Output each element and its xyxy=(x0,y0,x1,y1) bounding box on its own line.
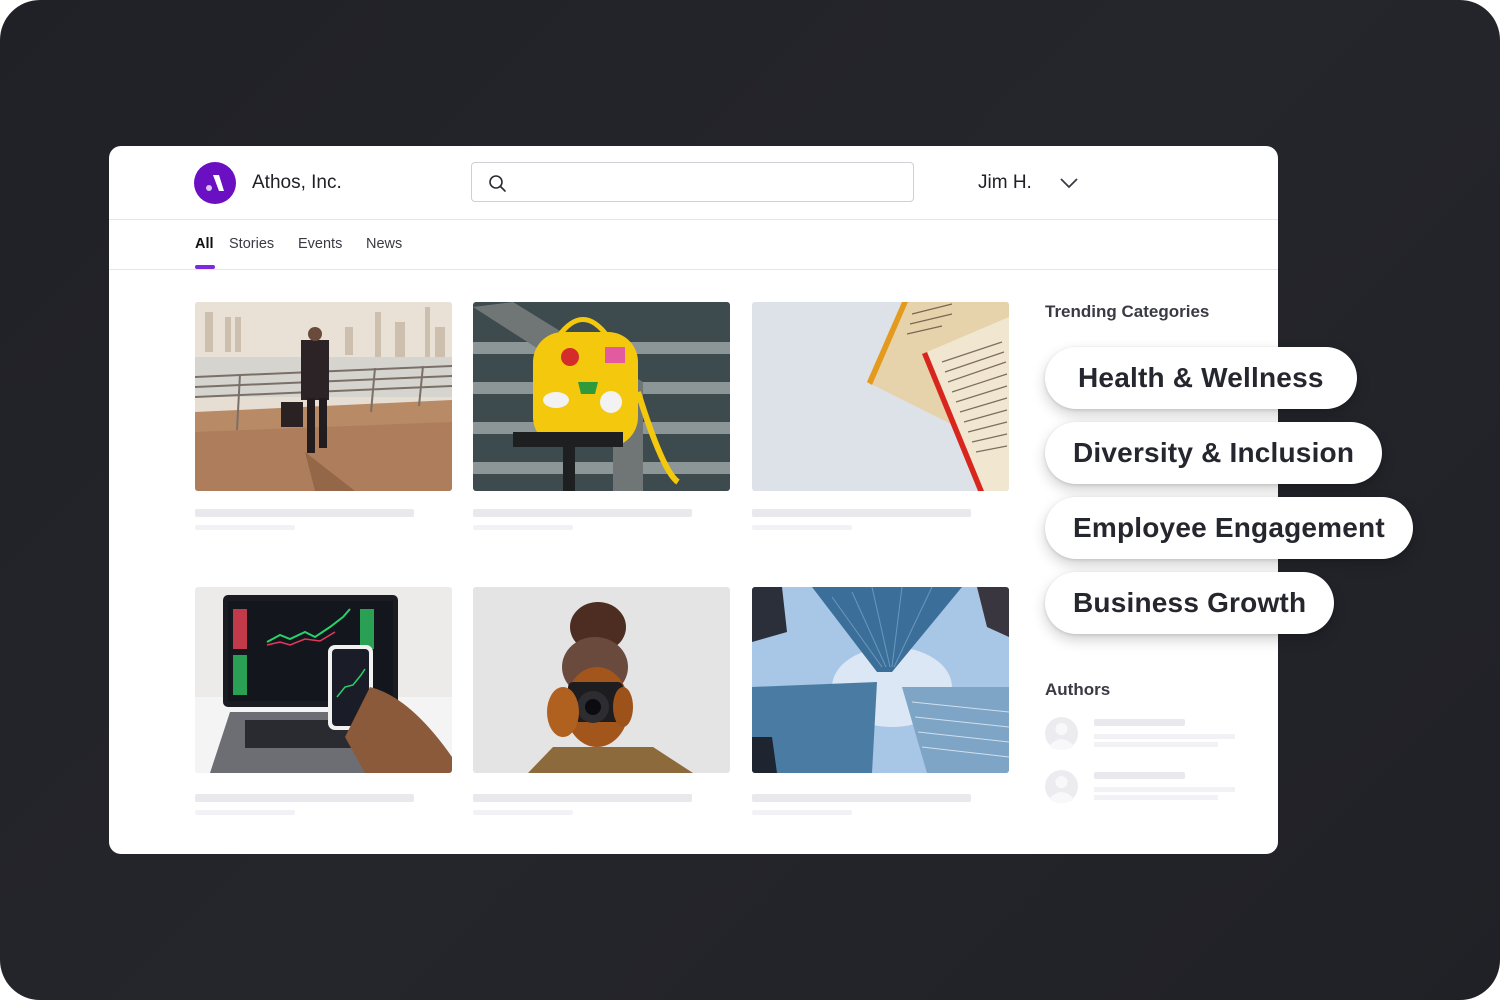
card-image[interactable] xyxy=(473,587,730,773)
card-meta-placeholder xyxy=(195,525,295,530)
card-title-placeholder xyxy=(473,794,692,802)
tab-news[interactable]: News xyxy=(366,236,402,252)
author-name-placeholder xyxy=(1094,719,1185,726)
search-icon xyxy=(489,175,506,192)
card-meta-placeholder xyxy=(195,810,295,815)
author-bio-placeholder xyxy=(1094,787,1235,792)
card-image[interactable] xyxy=(752,587,1009,773)
card-title-placeholder xyxy=(195,509,414,517)
author-bio-placeholder xyxy=(1094,742,1218,747)
category-pill-diversity-inclusion[interactable]: Diversity & Inclusion xyxy=(1045,422,1383,484)
tab-bar: All Stories Events News xyxy=(109,220,1278,270)
card-meta-placeholder xyxy=(473,810,573,815)
card-image[interactable] xyxy=(752,302,1009,491)
card-title-placeholder xyxy=(195,794,414,802)
tab-events[interactable]: Events xyxy=(298,236,342,252)
athos-logo-icon[interactable] xyxy=(194,162,236,204)
card-image[interactable] xyxy=(195,587,452,773)
card-meta-placeholder xyxy=(473,525,573,530)
user-name[interactable]: Jim H. xyxy=(978,172,1032,194)
active-tab-indicator xyxy=(195,265,215,269)
author-bio-placeholder xyxy=(1094,795,1218,800)
card-meta-placeholder xyxy=(752,525,852,530)
author-name-placeholder xyxy=(1094,772,1185,779)
category-pill-employee-engagement[interactable]: Employee Engagement xyxy=(1045,497,1413,559)
author-placeholder[interactable] xyxy=(1045,717,1245,757)
card-title-placeholder xyxy=(752,509,971,517)
trending-categories-heading: Trending Categories xyxy=(1045,302,1210,321)
category-pill-health-wellness[interactable]: Health & Wellness xyxy=(1045,347,1357,409)
chevron-down-icon[interactable] xyxy=(1059,176,1079,190)
card-title-placeholder xyxy=(752,794,971,802)
author-bio-placeholder xyxy=(1094,734,1235,739)
card-title-placeholder xyxy=(473,509,692,517)
card-image[interactable] xyxy=(195,302,452,491)
top-bar: Athos, Inc. Jim H. xyxy=(109,146,1278,220)
card-meta-placeholder xyxy=(752,810,852,815)
tab-stories[interactable]: Stories xyxy=(229,236,274,252)
category-pill-business-growth[interactable]: Business Growth xyxy=(1045,572,1335,634)
tab-all[interactable]: All xyxy=(195,236,214,252)
avatar-placeholder-icon xyxy=(1045,717,1078,750)
search-input[interactable] xyxy=(516,163,910,203)
search-box[interactable] xyxy=(471,162,914,203)
card-image[interactable] xyxy=(473,302,730,491)
brand-name[interactable]: Athos, Inc. xyxy=(252,172,342,194)
avatar-placeholder-icon xyxy=(1045,770,1078,803)
author-placeholder[interactable] xyxy=(1045,770,1245,810)
authors-heading: Authors xyxy=(1045,680,1111,699)
